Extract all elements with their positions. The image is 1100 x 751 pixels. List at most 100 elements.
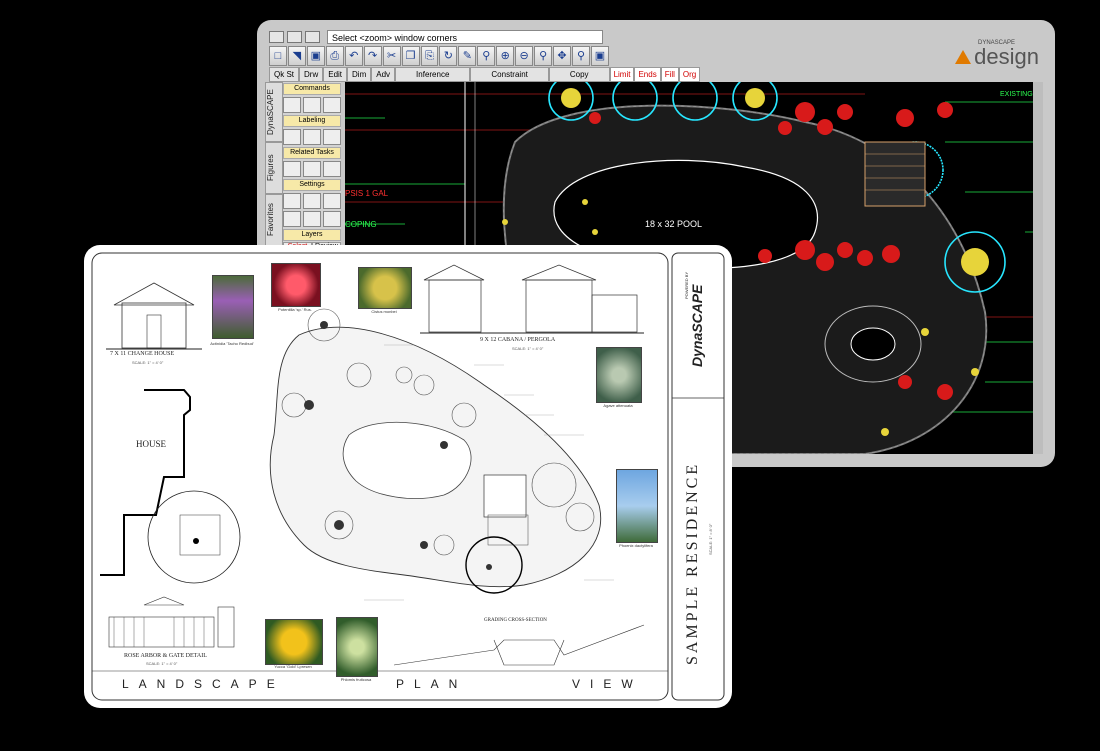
plant-caption: Actinidia 'Tacho Redbud' bbox=[210, 341, 254, 346]
print-icon[interactable]: ⎙ bbox=[325, 46, 344, 66]
side-tab-favorites[interactable]: Favorites bbox=[265, 194, 283, 246]
plant-photo bbox=[336, 617, 378, 677]
menu-dim[interactable]: Dim bbox=[347, 67, 372, 82]
menu-ends[interactable]: Ends bbox=[634, 67, 661, 82]
zoom-extents-icon[interactable]: ⚲ bbox=[534, 46, 553, 66]
command-line[interactable]: Select <zoom> window corners bbox=[327, 30, 603, 44]
undo-icon[interactable]: ↶ bbox=[344, 46, 363, 66]
plan-sheet: HOUSE 7 X 11 CHANGE HOUSE SCALE: 1" = 4'… bbox=[84, 245, 732, 708]
panel-section-layers[interactable]: Layers bbox=[283, 229, 341, 241]
window-controls bbox=[269, 30, 320, 44]
gal-label: PSIS 1 GAL bbox=[345, 189, 389, 198]
side-tab-figures[interactable]: Figures bbox=[265, 142, 283, 194]
plant-caption: Phlomis fruticosa bbox=[340, 677, 372, 682]
change-house-scale: SCALE: 1" = 4' 0" bbox=[132, 360, 164, 365]
pan-icon[interactable]: ✥ bbox=[553, 46, 571, 66]
cross-section-title: GRADING CROSS-SECTION bbox=[484, 618, 547, 623]
palette-icon[interactable] bbox=[323, 211, 341, 227]
menu-bar: Qk St Drw Edit Dim Adv Inference Constra… bbox=[269, 67, 701, 82]
line-tool-icon[interactable] bbox=[283, 97, 301, 113]
menu-copy[interactable]: Copy bbox=[548, 67, 610, 82]
side-tabs: DynaSCAPE Figures Favorites bbox=[265, 82, 283, 262]
change-house-title: 7 X 11 CHANGE HOUSE bbox=[110, 351, 175, 357]
plant-photo bbox=[358, 267, 412, 309]
footer-view: VIEW bbox=[572, 677, 643, 691]
menu-constraint[interactable]: Constraint bbox=[470, 67, 549, 82]
gate-scale: SCALE: 1" = 4' 0" bbox=[146, 661, 178, 666]
vertical-scrollbar[interactable] bbox=[1033, 82, 1043, 454]
plant-photo bbox=[212, 275, 254, 339]
brand-small-text: DYNASCAPE bbox=[977, 40, 1015, 46]
zoom-previous-icon[interactable]: ⚲ bbox=[572, 46, 590, 66]
gate-title: ROSE ARBOR & GATE DETAIL bbox=[124, 653, 207, 659]
new-file-icon[interactable]: □ bbox=[269, 46, 287, 66]
menu-edit[interactable]: Edit bbox=[323, 67, 348, 82]
zoom-in-icon[interactable]: ⊕ bbox=[496, 46, 515, 66]
layers-icon[interactable] bbox=[283, 193, 301, 209]
panel-section-settings[interactable]: Settings bbox=[283, 179, 341, 191]
pencil-icon[interactable] bbox=[323, 193, 341, 209]
plant-caption: Agave attenuata bbox=[603, 403, 633, 408]
task-icon[interactable] bbox=[323, 161, 341, 177]
leader-label-icon[interactable] bbox=[303, 129, 321, 145]
brush-icon[interactable]: ✎ bbox=[458, 46, 477, 66]
plant-tool-icon[interactable] bbox=[323, 97, 341, 113]
cabana-title: 9 X 12 CABANA / PERGOLA bbox=[480, 337, 556, 343]
copy-icon[interactable]: ❐ bbox=[401, 46, 420, 66]
window-control-button[interactable] bbox=[269, 31, 284, 43]
house-label: HOUSE bbox=[136, 439, 167, 449]
task-icon[interactable] bbox=[283, 161, 301, 177]
menu-limit[interactable]: Limit bbox=[609, 67, 635, 82]
footer-landscape: LANDSCAPE bbox=[122, 677, 285, 691]
menu-qk-st[interactable]: Qk St bbox=[269, 67, 300, 82]
settings-icon[interactable] bbox=[303, 193, 321, 209]
brand-triangle-icon bbox=[955, 50, 972, 64]
coping-label: COPING bbox=[345, 220, 377, 229]
window-control-button[interactable] bbox=[287, 31, 302, 43]
panel-section-labeling[interactable]: Labeling bbox=[283, 115, 341, 127]
save-icon[interactable]: ▣ bbox=[306, 46, 325, 66]
side-tab-dynascape[interactable]: DynaSCAPE bbox=[265, 82, 283, 142]
menu-fill[interactable]: Fill bbox=[660, 67, 679, 82]
plant-photo bbox=[271, 263, 321, 307]
open-folder-icon[interactable]: ◥ bbox=[287, 46, 306, 66]
plant-photo bbox=[616, 469, 658, 543]
toolbar: □ ◥ ▣ ⎙ ↶ ↷ ✂ ❐ ⎘ ↻ ✎ ⚲ ⊕ ⊖ ⚲ ✥ ⚲ ▣ bbox=[269, 46, 609, 66]
menu-adv[interactable]: Adv bbox=[371, 67, 396, 82]
plant-caption: Cistus monbei bbox=[371, 309, 397, 314]
zoom-out-icon[interactable]: ⊖ bbox=[515, 46, 534, 66]
menu-inference[interactable]: Inference bbox=[395, 67, 471, 82]
cut-icon[interactable]: ✂ bbox=[382, 46, 401, 66]
flower-label-icon[interactable] bbox=[283, 129, 301, 145]
plant-caption: Potentilla 'sp.' Rus. bbox=[278, 307, 312, 312]
text-label-icon[interactable] bbox=[323, 129, 341, 145]
font-icon[interactable] bbox=[283, 211, 301, 227]
brand-logo: DYNASCAPE design bbox=[955, 40, 1039, 69]
brand-word: design bbox=[974, 44, 1039, 69]
shape-tool-icon[interactable] bbox=[303, 97, 321, 113]
side-panel: Commands Labeling Related Tasks Settings… bbox=[283, 82, 341, 262]
dynascape-logo: DynaSCAPE bbox=[689, 284, 705, 367]
plant-caption: Phoenix dactylifera bbox=[619, 543, 653, 548]
plant-photo bbox=[596, 347, 642, 403]
cabana-scale: SCALE: 1" = 4' 0" bbox=[512, 346, 544, 351]
zoom-all-icon[interactable]: ▣ bbox=[590, 46, 609, 66]
panel-section-related-tasks[interactable]: Related Tasks bbox=[283, 147, 341, 159]
task-icon[interactable] bbox=[303, 161, 321, 177]
footer-plan: PLAN bbox=[396, 677, 468, 691]
existing-label: EXISTING bbox=[1000, 91, 1033, 98]
regen-icon[interactable]: ↻ bbox=[439, 46, 458, 66]
pool-label: 18 x 32 POOL bbox=[645, 219, 702, 229]
plant-photo bbox=[265, 619, 323, 665]
plant-caption: Yucca 'Gold' Lpresen bbox=[274, 664, 312, 669]
project-title: SAMPLE RESIDENCE bbox=[684, 461, 701, 665]
redo-icon[interactable]: ↷ bbox=[363, 46, 382, 66]
panel-section-commands[interactable]: Commands bbox=[283, 83, 341, 95]
menu-drw[interactable]: Drw bbox=[299, 67, 324, 82]
color-icon[interactable] bbox=[303, 211, 321, 227]
window-control-button[interactable] bbox=[305, 31, 320, 43]
zoom-window-icon[interactable]: ⚲ bbox=[477, 46, 496, 66]
menu-org[interactable]: Org bbox=[678, 67, 701, 82]
paste-icon[interactable]: ⎘ bbox=[420, 46, 439, 66]
project-scale: SCALE: 1" = 8' 0" bbox=[708, 523, 713, 555]
